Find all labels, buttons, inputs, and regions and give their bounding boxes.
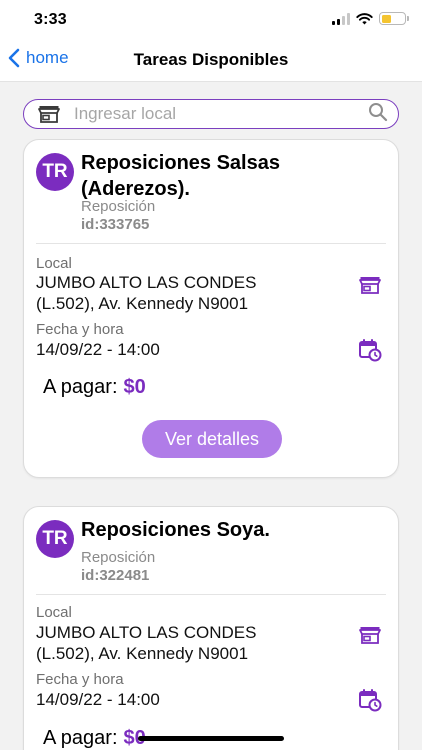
task-id: id:333765 xyxy=(81,216,150,233)
store-icon xyxy=(38,104,62,124)
page-title: Tareas Disponibles xyxy=(133,50,289,69)
calendar-clock-icon xyxy=(358,338,382,362)
task-avatar: TR xyxy=(36,153,74,191)
task-card[interactable]: TR Reposiciones Soya. Reposición id:3224… xyxy=(23,506,399,750)
task-id: id:322481 xyxy=(81,567,150,584)
pay-row: A pagar: $0 xyxy=(43,376,146,399)
datetime-value: 14/09/22 - 14:00 xyxy=(36,690,160,709)
task-avatar: TR xyxy=(36,520,74,558)
search-input[interactable] xyxy=(74,104,368,124)
task-type: Reposición xyxy=(81,198,156,215)
status-bar: 3:33 xyxy=(0,0,422,38)
store-icon xyxy=(358,623,382,647)
calendar-clock-icon xyxy=(358,688,382,712)
details-button[interactable]: Ver detalles xyxy=(142,420,282,458)
pay-amount: $0 xyxy=(123,376,146,398)
datetime-label: Fecha y hora xyxy=(36,671,124,688)
status-time: 3:33 xyxy=(34,11,67,28)
task-type: Reposición xyxy=(81,549,156,566)
datetime-value: 14/09/22 - 14:00 xyxy=(36,340,160,359)
home-indicator[interactable] xyxy=(138,736,284,741)
local-label: Local xyxy=(36,255,72,272)
pay-label: A pagar: xyxy=(43,376,118,398)
task-title: Reposiciones Salsas (Aderezos). xyxy=(81,152,280,200)
signal-icon xyxy=(332,12,350,25)
pay-row: A pagar: $0 xyxy=(43,727,146,750)
divider xyxy=(36,243,386,244)
local-value: JUMBO ALTO LAS CONDES (L.502), Av. Kenne… xyxy=(36,273,257,313)
task-title: Reposiciones Soya. xyxy=(81,519,270,541)
local-label: Local xyxy=(36,604,72,621)
status-icons xyxy=(332,12,409,25)
datetime-label: Fecha y hora xyxy=(36,321,124,338)
battery-icon xyxy=(379,12,409,25)
pay-label: A pagar: xyxy=(43,727,118,749)
local-value: JUMBO ALTO LAS CONDES (L.502), Av. Kenne… xyxy=(36,623,257,663)
search-bar[interactable] xyxy=(23,99,399,129)
divider xyxy=(36,594,386,595)
search-icon[interactable] xyxy=(368,102,388,127)
store-icon xyxy=(358,273,382,297)
navigation-bar: home Tareas Disponibles xyxy=(0,38,422,82)
wifi-icon xyxy=(356,12,373,25)
task-card[interactable]: TR Reposiciones Salsas (Aderezos). Repos… xyxy=(23,139,399,478)
